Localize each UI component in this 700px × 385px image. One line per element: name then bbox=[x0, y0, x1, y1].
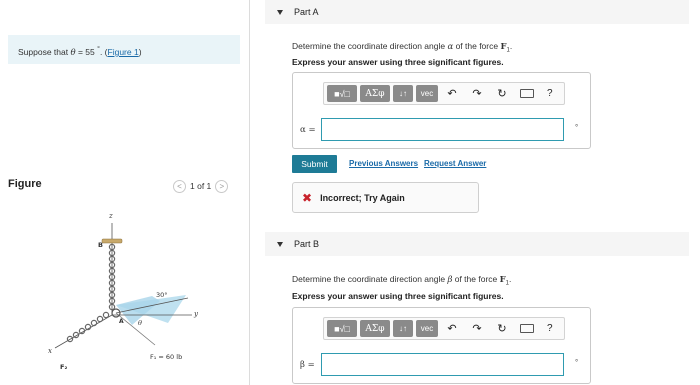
part-a-title: Part A bbox=[294, 7, 319, 17]
undo-icon[interactable]: ↶ bbox=[441, 85, 463, 102]
part-a-answer-box: ■√□ ΑΣφ ↓↑ vec ↶ ↷ ↻ ? α = ° bbox=[292, 72, 591, 149]
figure-pager: < 1 of 1 > bbox=[173, 179, 229, 193]
previous-answers-link[interactable]: Previous Answers bbox=[349, 159, 418, 168]
part-a-question: Determine the coordinate direction angle… bbox=[292, 41, 512, 54]
question-text-2: of the force bbox=[452, 274, 500, 284]
part-b-instruction: Express your answer using three signific… bbox=[292, 291, 504, 301]
question-period: . bbox=[509, 274, 512, 284]
prompt-value: = 55 bbox=[75, 46, 98, 57]
keyboard-icon[interactable] bbox=[520, 324, 534, 333]
alpha-input[interactable] bbox=[321, 118, 564, 141]
figure-link[interactable]: Figure 1 bbox=[108, 47, 139, 57]
beta-input[interactable] bbox=[321, 353, 564, 376]
prev-figure-button[interactable]: < bbox=[173, 179, 186, 193]
column-divider bbox=[249, 0, 250, 385]
keyboard-icon[interactable] bbox=[520, 89, 534, 98]
question-text: Determine the coordinate direction angle bbox=[292, 274, 448, 284]
label-y: y bbox=[193, 310, 199, 318]
subscript-button[interactable]: ↓↑ bbox=[393, 320, 413, 337]
collapse-caret-icon[interactable] bbox=[277, 241, 283, 247]
greek-symbols-button[interactable]: ΑΣφ bbox=[360, 85, 390, 102]
question-text: Determine the coordinate direction angle bbox=[292, 41, 448, 51]
left-panel: Suppose that θ = 55 °. (Figure 1) Figure… bbox=[0, 0, 249, 385]
feedback-panel: ✖ Incorrect; Try Again bbox=[292, 182, 479, 213]
redo-icon[interactable]: ↷ bbox=[466, 85, 488, 102]
alpha-label: α = bbox=[300, 125, 316, 135]
vector-button[interactable]: vec bbox=[416, 320, 438, 337]
support-bracket bbox=[101, 238, 123, 244]
label-b: B bbox=[98, 241, 103, 249]
label-z: z bbox=[108, 212, 113, 220]
degree-unit: ° bbox=[575, 123, 579, 132]
degree-unit: ° bbox=[575, 358, 579, 367]
beta-label: β = bbox=[300, 360, 315, 370]
submit-button[interactable]: Submit bbox=[292, 155, 337, 173]
label-a: A bbox=[119, 318, 124, 325]
greek-symbols-button[interactable]: ΑΣφ bbox=[360, 320, 390, 337]
part-b-title: Part B bbox=[294, 239, 320, 249]
part-a-instruction: Express your answer using three signific… bbox=[292, 57, 504, 67]
x-axis bbox=[54, 314, 113, 349]
question-text-2: of the force bbox=[453, 41, 501, 51]
math-toolbar: ■√□ ΑΣφ ↓↑ vec ↶ ↷ ↻ ? bbox=[323, 82, 565, 105]
next-figure-button[interactable]: > bbox=[215, 179, 229, 193]
part-a-header[interactable]: Part A bbox=[265, 0, 689, 24]
part-b-answer-box: ■√□ ΑΣφ ↓↑ vec ↶ ↷ ↻ ? β = ° bbox=[292, 307, 591, 384]
help-icon[interactable]: ? bbox=[547, 88, 553, 99]
question-period: . bbox=[509, 41, 513, 51]
feedback-text: Incorrect; Try Again bbox=[320, 192, 405, 203]
part-b-question: Determine the coordinate direction angle… bbox=[292, 274, 511, 287]
part-b-header[interactable]: Part B bbox=[265, 232, 689, 256]
redo-icon[interactable]: ↷ bbox=[466, 320, 488, 337]
label-30deg: 30° bbox=[156, 291, 168, 299]
subscript-button[interactable]: ↓↑ bbox=[393, 85, 413, 102]
problem-statement: Suppose that θ = 55 °. (Figure 1) bbox=[8, 35, 240, 64]
error-x-icon: ✖ bbox=[302, 190, 313, 205]
figure-title: Figure bbox=[8, 178, 42, 190]
help-icon[interactable]: ? bbox=[547, 323, 553, 334]
undo-icon[interactable]: ↶ bbox=[441, 320, 463, 337]
vector-button[interactable]: vec bbox=[416, 85, 438, 102]
math-toolbar: ■√□ ΑΣφ ↓↑ vec ↶ ↷ ↻ ? bbox=[323, 317, 565, 340]
force-diagram: z y x B A 30° θ F₁ = 60 lb F₂ bbox=[48, 212, 199, 371]
collapse-caret-icon[interactable] bbox=[277, 9, 283, 15]
label-x: x bbox=[48, 347, 52, 355]
reset-icon[interactable]: ↻ bbox=[491, 320, 513, 337]
templates-button[interactable]: ■√□ bbox=[327, 85, 357, 102]
reset-icon[interactable]: ↻ bbox=[491, 85, 513, 102]
templates-button[interactable]: ■√□ bbox=[327, 320, 357, 337]
label-f1: F₁ = 60 lb bbox=[150, 353, 182, 361]
right-panel: Part A Determine the coordinate directio… bbox=[251, 0, 700, 385]
prompt-close: ) bbox=[138, 46, 142, 57]
prompt-text: Suppose that bbox=[18, 46, 71, 57]
prompt-text-after: . ( bbox=[99, 46, 108, 57]
figure-page-count: 1 of 1 bbox=[190, 181, 212, 191]
request-answer-link[interactable]: Request Answer bbox=[424, 159, 486, 168]
label-theta: θ bbox=[138, 319, 142, 327]
label-f2: F₂ bbox=[60, 363, 67, 371]
chain bbox=[66, 243, 116, 343]
